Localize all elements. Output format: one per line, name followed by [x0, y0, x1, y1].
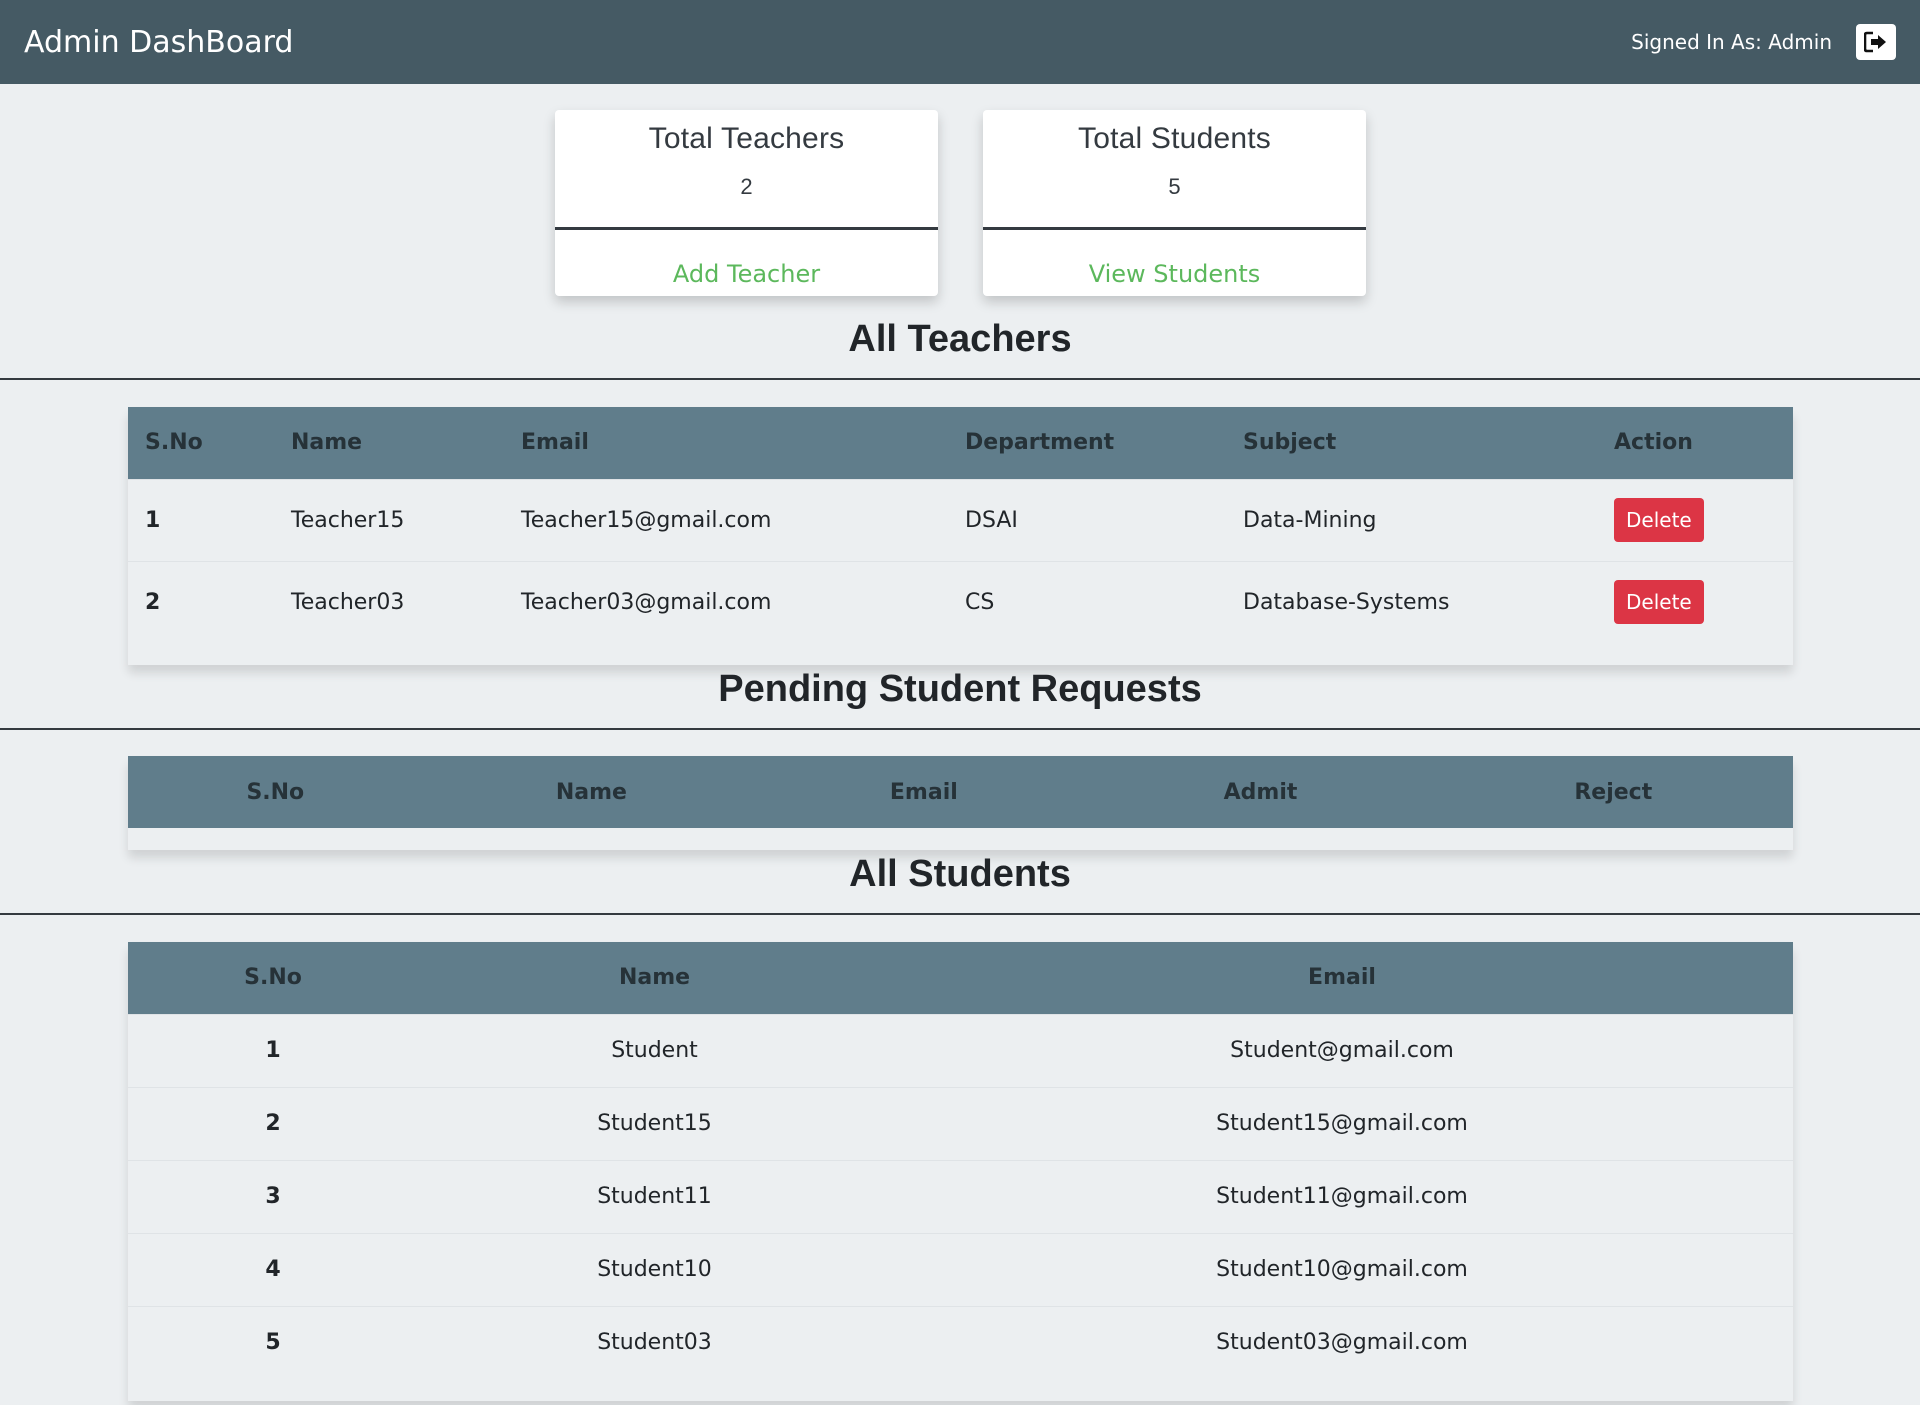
teachers-section-title: All Teachers: [848, 318, 1072, 360]
view-students-link[interactable]: View Students: [983, 260, 1366, 288]
teachers-table-container: S.No Name Email Department Subject Actio…: [128, 407, 1793, 665]
column-header: Admit: [1223, 779, 1298, 805]
delete-teacher-button[interactable]: Delete: [1614, 580, 1704, 625]
column-header: S.No: [145, 430, 203, 456]
student-email: Student10@gmail.com: [891, 1232, 1793, 1306]
action-cell: Delete: [1597, 478, 1793, 561]
total-students-card: Total Students 5 View Students: [983, 110, 1366, 296]
row-number: 3: [128, 1159, 418, 1233]
column-header: Reject: [1574, 779, 1653, 805]
table-row: 2 Student15 Student15@gmail.com: [128, 1086, 1793, 1160]
teacher-subject: Data-Mining: [1226, 478, 1597, 561]
student-email: Student@gmail.com: [891, 1013, 1793, 1087]
row-number: 5: [128, 1305, 418, 1379]
card-body: Total Students 5: [983, 110, 1366, 230]
table-row: 5 Student03 Student03@gmail.com: [128, 1305, 1793, 1379]
teacher-subject: Database-Systems: [1226, 560, 1597, 643]
card-body: Total Teachers 2: [555, 110, 938, 230]
navbar-right: Signed In As: Admin: [1631, 24, 1896, 60]
teacher-name: Teacher03: [274, 560, 504, 643]
action-cell: Delete: [1597, 560, 1793, 643]
table-footer: [128, 1379, 1793, 1401]
total-teachers-card: Total Teachers 2 Add Teacher: [555, 110, 938, 296]
top-navbar: Admin DashBoard Signed In As: Admin: [0, 0, 1920, 84]
student-email: Student15@gmail.com: [891, 1086, 1793, 1160]
card-title: Total Teachers: [648, 122, 845, 155]
teacher-email: Teacher03@gmail.com: [504, 560, 948, 643]
pending-section-title: Pending Student Requests: [718, 668, 1202, 710]
students-section-title: All Students: [849, 853, 1071, 895]
student-name: Student15: [418, 1086, 891, 1160]
table-header-row: S.No Name Email: [128, 942, 1793, 1014]
student-name: Student: [418, 1013, 891, 1087]
logout-button[interactable]: [1856, 24, 1896, 60]
teacher-department: DSAI: [948, 478, 1226, 561]
students-table: S.No Name Email 1 Student Student@gmail.…: [128, 942, 1793, 1379]
column-header: Department: [965, 430, 1115, 456]
column-header: Action: [1614, 430, 1693, 456]
table-row: 3 Student11 Student11@gmail.com: [128, 1159, 1793, 1233]
teacher-count: 2: [740, 174, 753, 199]
student-email: Student03@gmail.com: [891, 1305, 1793, 1379]
teacher-name: Teacher15: [274, 478, 504, 561]
sign-out-icon: [1864, 31, 1886, 53]
row-number: 4: [128, 1232, 418, 1306]
column-header: Email: [1308, 965, 1376, 991]
delete-teacher-button[interactable]: Delete: [1614, 498, 1704, 542]
add-teacher-link[interactable]: Add Teacher: [555, 260, 938, 288]
student-count: 5: [1168, 174, 1181, 199]
column-header: Name: [291, 430, 363, 456]
table-row: 2 Teacher03 Teacher03@gmail.com CS Datab…: [128, 560, 1793, 643]
teachers-table: S.No Name Email Department Subject Actio…: [128, 407, 1793, 643]
column-header: Name: [618, 965, 691, 991]
teacher-department: CS: [948, 560, 1226, 643]
column-header: Email: [521, 430, 589, 456]
row-number: 1: [128, 478, 274, 561]
section-divider: [0, 378, 1920, 380]
section-divider: [0, 728, 1920, 730]
row-number: 2: [128, 560, 274, 643]
column-header: Subject: [1243, 430, 1337, 456]
column-header: Email: [889, 779, 958, 805]
student-name: Student11: [418, 1159, 891, 1233]
column-header: S.No: [244, 965, 302, 991]
table-header-row: S.No Name Email Admit Reject: [128, 756, 1793, 828]
table-footer: [128, 828, 1793, 850]
column-header: Name: [555, 779, 627, 805]
table-row: 1 Student Student@gmail.com: [128, 1013, 1793, 1087]
row-number: 2: [128, 1086, 418, 1160]
card-title: Total Students: [1078, 122, 1271, 155]
student-email: Student11@gmail.com: [891, 1159, 1793, 1233]
table-footer: [128, 643, 1793, 665]
student-name: Student10: [418, 1232, 891, 1306]
column-header: S.No: [246, 779, 305, 805]
pending-table-container: S.No Name Email Admit Reject: [128, 756, 1793, 850]
table-header-row: S.No Name Email Department Subject Actio…: [128, 407, 1793, 479]
row-number: 1: [128, 1013, 418, 1087]
section-divider: [0, 913, 1920, 915]
pending-requests-table: S.No Name Email Admit Reject: [128, 756, 1793, 828]
teacher-email: Teacher15@gmail.com: [504, 478, 948, 561]
students-table-container: S.No Name Email 1 Student Student@gmail.…: [128, 942, 1793, 1401]
signed-in-label: Signed In As: Admin: [1631, 30, 1832, 54]
table-row: 4 Student10 Student10@gmail.com: [128, 1232, 1793, 1306]
app-title[interactable]: Admin DashBoard: [24, 25, 293, 60]
table-row: 1 Teacher15 Teacher15@gmail.com DSAI Dat…: [128, 478, 1793, 561]
student-name: Student03: [418, 1305, 891, 1379]
